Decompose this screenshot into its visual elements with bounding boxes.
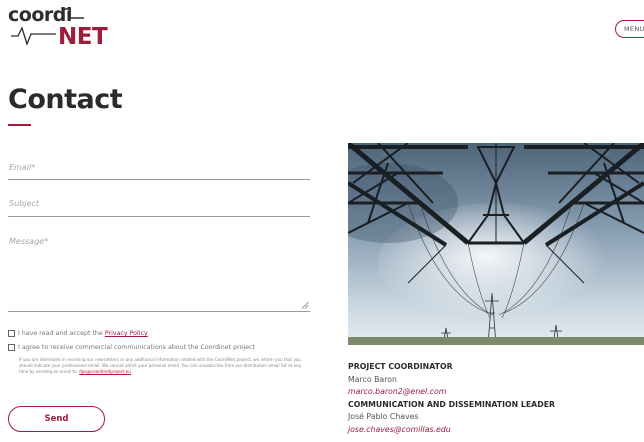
power-tower-image bbox=[348, 143, 644, 345]
privacy-consent-row: I have read and accept the Privacy Polic… bbox=[8, 330, 148, 337]
commercial-consent-row: I agree to receive commercial communicat… bbox=[8, 344, 255, 351]
contact-name: Marco Baron bbox=[348, 374, 397, 384]
notice-text: If you are interested in receiving our n… bbox=[19, 357, 302, 374]
privacy-checkbox[interactable] bbox=[8, 330, 15, 337]
privacy-policy-link[interactable]: Privacy Policy bbox=[105, 330, 148, 337]
privacy-label: I have read and accept the Privacy Polic… bbox=[18, 330, 148, 337]
menu-button[interactable]: MENU bbox=[615, 20, 644, 38]
contact-role: PROJECT COORDINATOR bbox=[348, 362, 453, 371]
logo-text-coordi: coordi bbox=[8, 4, 72, 26]
subject-field[interactable]: Subject bbox=[8, 190, 310, 217]
contact-email-link[interactable]: jose.chaves@comillas.edu bbox=[348, 424, 555, 437]
email-placeholder: Email* bbox=[9, 163, 36, 172]
commercial-label: I agree to receive commercial communicat… bbox=[18, 344, 255, 351]
contact-role: COMMUNICATION AND DISSEMINATION LEADER bbox=[348, 399, 556, 409]
resize-handle-icon[interactable] bbox=[301, 301, 309, 309]
coordinet-logo[interactable]: coordi NET bbox=[8, 6, 108, 50]
email-field[interactable]: Email* bbox=[8, 150, 310, 180]
send-button[interactable]: Send bbox=[8, 406, 105, 432]
contact-list: PROJECT COORDINATOR Marco Baron marco.ba… bbox=[348, 361, 555, 436]
page-title: Contact bbox=[8, 84, 123, 115]
contact-name: José Pablo Chaves bbox=[348, 412, 419, 421]
message-placeholder: Message* bbox=[9, 237, 49, 246]
dpo-email-link[interactable]: dpo@coordinetproject.eu bbox=[79, 369, 131, 374]
subject-placeholder: Subject bbox=[9, 199, 39, 208]
contact-email-link[interactable]: marco.baron2@enel.com bbox=[348, 386, 555, 399]
title-underline bbox=[8, 124, 31, 126]
logo-text-net: NET bbox=[58, 24, 108, 50]
power-tower-photo bbox=[348, 143, 644, 345]
commercial-checkbox[interactable] bbox=[8, 344, 15, 351]
newsletter-notice: If you are interested in receiving our n… bbox=[19, 357, 311, 374]
message-textarea[interactable]: Message* bbox=[8, 228, 310, 312]
